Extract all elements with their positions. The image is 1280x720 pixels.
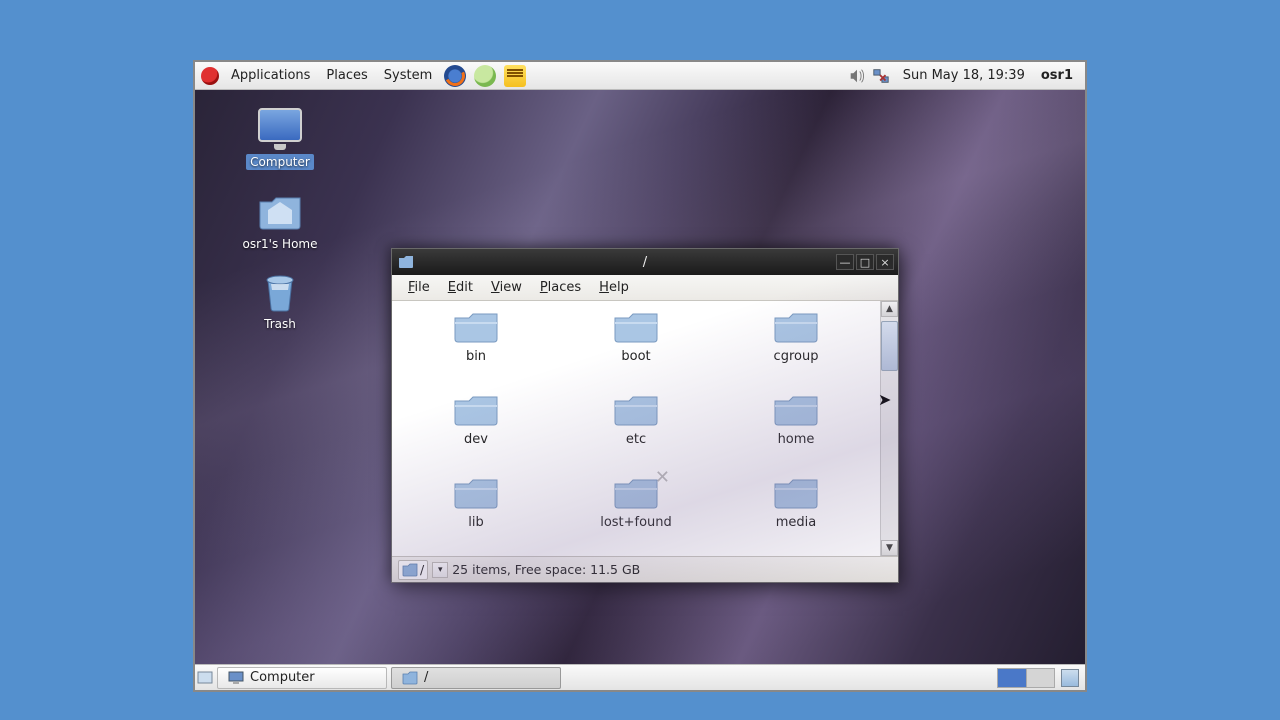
folder-label: bin xyxy=(396,349,556,364)
firefox-icon[interactable] xyxy=(444,65,466,87)
folder-item[interactable]: home xyxy=(716,392,876,447)
no-access-icon: ✕ xyxy=(655,467,670,488)
workspace-2[interactable] xyxy=(1026,669,1054,687)
browser-icon[interactable] xyxy=(474,65,496,87)
menu-file[interactable]: File xyxy=(400,278,438,297)
monitor-icon xyxy=(228,670,244,686)
desktop: Applications Places System Sun May 18, 1… xyxy=(193,60,1087,692)
folder-item[interactable]: dev xyxy=(396,392,556,447)
scroll-up-button[interactable]: ▲ xyxy=(881,301,898,317)
folder-item[interactable]: lost+found✕ xyxy=(556,475,716,530)
task-button-computer[interactable]: Computer xyxy=(217,667,387,689)
menu-applications[interactable]: Applications xyxy=(223,68,318,83)
workspace-1[interactable] xyxy=(998,669,1026,687)
folder-label: lib xyxy=(396,515,556,530)
menu-view[interactable]: View xyxy=(483,278,530,297)
window-titlebar[interactable]: / — □ × xyxy=(392,249,898,275)
folder-label: lost+found xyxy=(556,515,716,530)
distro-logo-icon[interactable] xyxy=(201,67,219,85)
trash-applet-icon[interactable] xyxy=(1061,669,1079,687)
folder-label: media xyxy=(716,515,876,530)
task-button-filemanager[interactable]: / xyxy=(391,667,561,689)
bottom-panel: Computer / xyxy=(195,664,1085,690)
clock[interactable]: Sun May 18, 19:39 xyxy=(893,68,1035,83)
scroll-down-button[interactable]: ▼ xyxy=(881,540,898,556)
workspace-pager[interactable] xyxy=(997,668,1055,688)
folder-item[interactable]: cgroup xyxy=(716,309,876,364)
folder-label: home xyxy=(716,432,876,447)
maximize-button[interactable]: □ xyxy=(856,254,874,270)
desktop-icon-home[interactable]: osr1's Home xyxy=(235,190,325,252)
desktop-icon-trash[interactable]: Trash xyxy=(235,270,325,332)
folder-item[interactable]: etc xyxy=(556,392,716,447)
vertical-scrollbar[interactable]: ▲ ▼ xyxy=(880,301,898,556)
location-dropdown[interactable]: ▾ xyxy=(432,562,448,578)
status-text: 25 items, Free space: 11.5 GB xyxy=(452,562,640,577)
location-button[interactable]: / xyxy=(398,560,428,580)
menu-help[interactable]: Help xyxy=(591,278,637,297)
window-title: / xyxy=(392,255,898,270)
top-panel: Applications Places System Sun May 18, 1… xyxy=(195,62,1085,90)
network-icon[interactable] xyxy=(872,67,890,85)
file-manager-window: / — □ × File Edit View Places Help binbo… xyxy=(391,248,899,583)
folder-icon xyxy=(398,254,414,270)
statusbar: / ▾ 25 items, Free space: 11.5 GB xyxy=(392,556,898,582)
location-path: / xyxy=(420,562,424,577)
folder-item[interactable]: media xyxy=(716,475,876,530)
cursor-icon: ➤ xyxy=(878,390,891,409)
menu-places[interactable]: Places xyxy=(318,68,375,83)
scroll-thumb[interactable] xyxy=(881,321,898,371)
folder-label: dev xyxy=(396,432,556,447)
file-icon-view[interactable]: binbootcgroupdevetchomeliblost+found✕med… xyxy=(392,301,880,556)
desktop-icon-label: Computer xyxy=(246,154,314,170)
desktop-icon-label: osr1's Home xyxy=(239,236,322,252)
wallpaper: Computer osr1's Home Trash / — □ xyxy=(195,90,1085,664)
folder-label: cgroup xyxy=(716,349,876,364)
user-menu[interactable]: osr1 xyxy=(1035,68,1079,83)
minimize-button[interactable]: — xyxy=(836,254,854,270)
menu-places-fm[interactable]: Places xyxy=(532,278,589,297)
folder-icon xyxy=(402,562,418,578)
desktop-icon-computer[interactable]: Computer xyxy=(235,108,325,170)
folder-icon xyxy=(402,670,418,686)
folder-item[interactable]: boot xyxy=(556,309,716,364)
task-button-label: Computer xyxy=(250,670,315,685)
task-button-label: / xyxy=(424,670,428,685)
volume-icon[interactable] xyxy=(848,67,866,85)
folder-item[interactable]: lib xyxy=(396,475,556,530)
close-button[interactable]: × xyxy=(876,254,894,270)
notes-icon[interactable] xyxy=(504,65,526,87)
menubar: File Edit View Places Help xyxy=(392,275,898,301)
folder-label: etc xyxy=(556,432,716,447)
folder-item[interactable]: bin xyxy=(396,309,556,364)
show-desktop-button[interactable] xyxy=(195,670,215,686)
folder-label: boot xyxy=(556,349,716,364)
menu-edit[interactable]: Edit xyxy=(440,278,481,297)
desktop-icon-label: Trash xyxy=(260,316,300,332)
menu-system[interactable]: System xyxy=(376,68,440,83)
